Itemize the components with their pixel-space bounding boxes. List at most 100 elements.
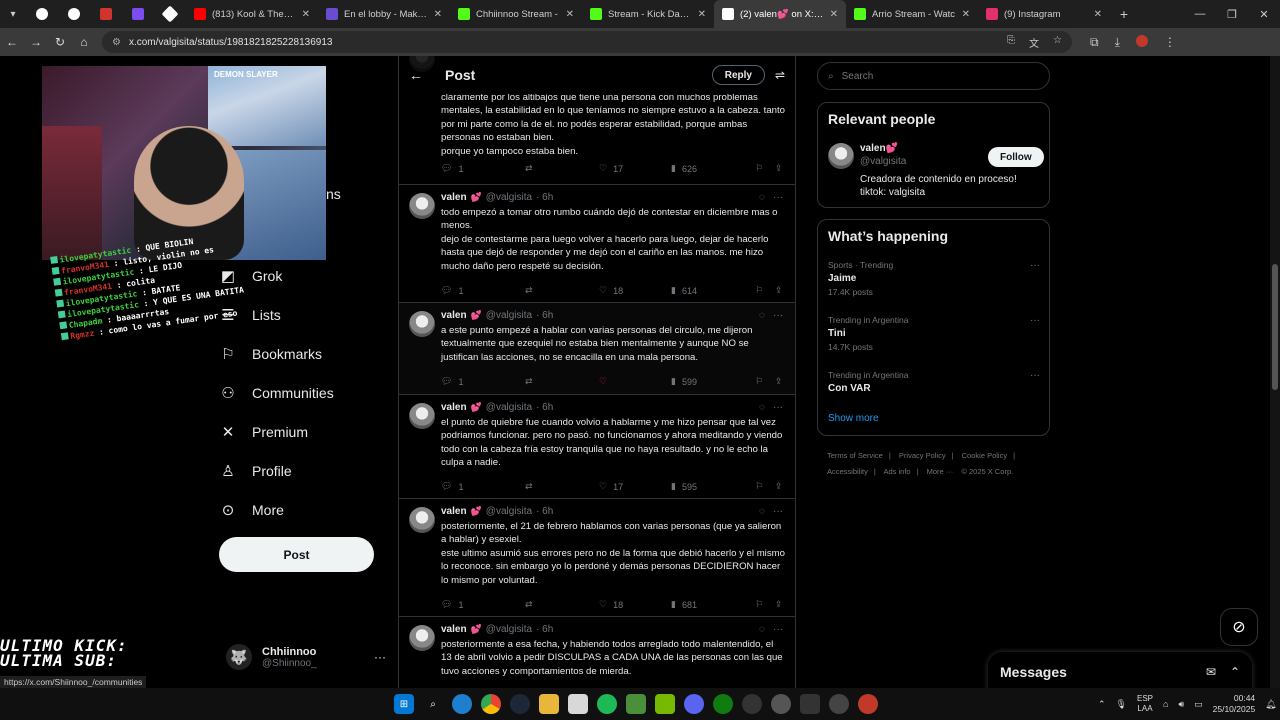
expand-icon[interactable]: ⌃: [1230, 665, 1240, 679]
nav-item-premium[interactable]: ✕ Premium: [218, 412, 388, 451]
author-name[interactable]: valen: [441, 192, 467, 203]
author-handle[interactable]: @valgisita: [486, 624, 532, 635]
show-more-link[interactable]: Show more: [828, 413, 879, 424]
close-icon[interactable]: ✕: [698, 9, 706, 20]
repost-action[interactable]: ⇄: [525, 376, 599, 387]
account-switcher[interactable]: 🐺 Chhiinnoo @Shiinnoo_ ···: [226, 644, 386, 670]
browser-tab[interactable]: En el lobby - Make it M ✕: [318, 0, 450, 28]
author-handle[interactable]: @valgisita: [486, 506, 532, 517]
nav-item-lists[interactable]: ☰ Lists: [218, 295, 388, 334]
app-icon[interactable]: [829, 694, 849, 714]
more-dots-icon[interactable]: ···: [773, 624, 783, 635]
folder-icon[interactable]: [539, 694, 559, 714]
nav-item-communities[interactable]: ⚇ Communities: [218, 373, 388, 412]
trend-item[interactable]: Trending in Argentina Con VAR ···: [828, 370, 1040, 394]
new-tab-button[interactable]: +: [1110, 6, 1138, 22]
close-icon[interactable]: ✕: [962, 9, 970, 20]
extensions-icon[interactable]: ⧉: [1090, 35, 1099, 50]
trend-item[interactable]: Trending in Argentina Tini 14.7K posts ·…: [828, 315, 1040, 352]
search-icon[interactable]: ⌕: [423, 694, 443, 714]
site-info-icon[interactable]: ⚙: [112, 37, 121, 48]
share-action[interactable]: ⇪: [775, 481, 783, 492]
browser-tab[interactable]: [90, 0, 122, 28]
browser-tab[interactable]: [26, 0, 58, 28]
more-dots-icon[interactable]: ···: [1030, 370, 1040, 381]
footer-link[interactable]: Privacy Policy: [899, 451, 946, 460]
close-icon[interactable]: ✕: [1094, 9, 1102, 20]
browser-menu-icon[interactable]: ⋮: [1164, 35, 1176, 50]
tray-overflow-icon[interactable]: ⌃: [1098, 699, 1106, 710]
views-action[interactable]: ▮ 614: [671, 285, 755, 296]
follow-button[interactable]: Follow: [988, 147, 1044, 167]
author-handle[interactable]: @valgisita: [486, 402, 532, 413]
author-handle[interactable]: @valgisita: [486, 310, 532, 321]
browser-tab[interactable]: (813) Kool & The Gang ✕: [186, 0, 318, 28]
bookmark-action[interactable]: ⚐: [755, 376, 775, 387]
more-dots-icon[interactable]: ···: [1030, 260, 1040, 271]
notifications-icon[interactable]: 🔔︎: [1265, 699, 1276, 710]
microphone-icon[interactable]: 🎙︎: [1116, 699, 1127, 710]
browser-tab[interactable]: Stream - Kick Dashboar ✕: [582, 0, 714, 28]
tab-search-menu[interactable]: ▾: [0, 0, 26, 28]
like-action[interactable]: ♡ 17: [599, 481, 671, 492]
tweet[interactable]: valen 💕 @valgisita · 6h ◌ ··· el punto de qu…: [399, 395, 795, 499]
nav-item-grok[interactable]: ◩ Grok: [218, 256, 388, 295]
bookmark-action[interactable]: ⚐: [755, 481, 775, 492]
nvidia-icon[interactable]: [655, 694, 675, 714]
grok-floating-button[interactable]: ⊘: [1220, 608, 1258, 646]
views-action[interactable]: ▮ 599: [671, 376, 755, 387]
chrome-icon[interactable]: [481, 694, 501, 714]
download-icon[interactable]: ⤓: [1115, 35, 1120, 50]
forward-icon[interactable]: →: [24, 35, 48, 49]
post-button[interactable]: Post: [219, 537, 374, 572]
minimize-icon[interactable]: —: [1184, 8, 1216, 21]
avatar[interactable]: [828, 143, 854, 169]
tweet[interactable]: valen 💕 @valgisita · 6h ◌ ··· posteriormente…: [399, 617, 795, 688]
like-action[interactable]: ♡: [599, 376, 671, 387]
close-window-icon[interactable]: ✕: [1248, 8, 1280, 21]
reply-action[interactable]: 💬︎ 1: [441, 376, 525, 387]
share-action[interactable]: ⇪: [775, 599, 783, 610]
reply-action[interactable]: 💬︎ 1: [441, 163, 525, 174]
footer-link[interactable]: Ads info: [883, 467, 910, 476]
browser-tab[interactable]: [154, 0, 186, 28]
grok-icon[interactable]: ◌: [759, 402, 765, 413]
author-name[interactable]: valen: [441, 402, 467, 413]
back-icon[interactable]: ←: [0, 35, 24, 49]
grok-icon[interactable]: ◌: [759, 192, 765, 203]
author-name[interactable]: valen: [441, 506, 467, 517]
reply-action[interactable]: 💬︎ 1: [441, 285, 525, 296]
network-icon[interactable]: ⌂: [1163, 699, 1168, 709]
restore-icon[interactable]: ❐: [1216, 8, 1248, 21]
footer-link[interactable]: More ···: [927, 467, 954, 476]
like-action[interactable]: ♡ 17: [599, 163, 671, 174]
repost-action[interactable]: ⇄: [525, 285, 599, 296]
app-icon[interactable]: [858, 694, 878, 714]
messages-drawer[interactable]: Messages ✉ ⌃: [988, 652, 1252, 688]
browser-tab[interactable]: Chhiinnoo Stream - ✕: [450, 0, 582, 28]
browser-tab[interactable]: Arrio Stream - Watc ✕: [846, 0, 978, 28]
more-dots-icon[interactable]: ···: [773, 192, 783, 203]
share-action[interactable]: ⇪: [775, 376, 783, 387]
star-icon[interactable]: ☆: [1053, 35, 1062, 50]
bookmark-action[interactable]: ⚐: [755, 163, 775, 174]
views-action[interactable]: ▮ 681: [671, 599, 755, 610]
clock[interactable]: 00:44 25/10/2025: [1213, 693, 1256, 715]
views-action[interactable]: ▮ 626: [671, 163, 755, 174]
author-handle[interactable]: @valgisita: [486, 192, 532, 203]
close-icon[interactable]: ✕: [566, 9, 574, 20]
install-icon[interactable]: ⎘: [1007, 35, 1015, 50]
share-action[interactable]: ⇪: [775, 285, 783, 296]
more-dots-icon[interactable]: ···: [773, 402, 783, 413]
repost-action[interactable]: ⇄: [525, 599, 599, 610]
footer-link[interactable]: Terms of Service: [827, 451, 883, 460]
compose-message-icon[interactable]: ✉: [1206, 665, 1216, 679]
reply-action[interactable]: 💬︎ 1: [441, 481, 525, 492]
discord-icon[interactable]: [684, 694, 704, 714]
spotify-icon[interactable]: [597, 694, 617, 714]
reload-icon[interactable]: ↻: [48, 35, 72, 49]
minecraft-icon[interactable]: [626, 694, 646, 714]
edge-icon[interactable]: [452, 694, 472, 714]
steam-icon[interactable]: [510, 694, 530, 714]
reply-button[interactable]: Reply: [711, 65, 765, 85]
